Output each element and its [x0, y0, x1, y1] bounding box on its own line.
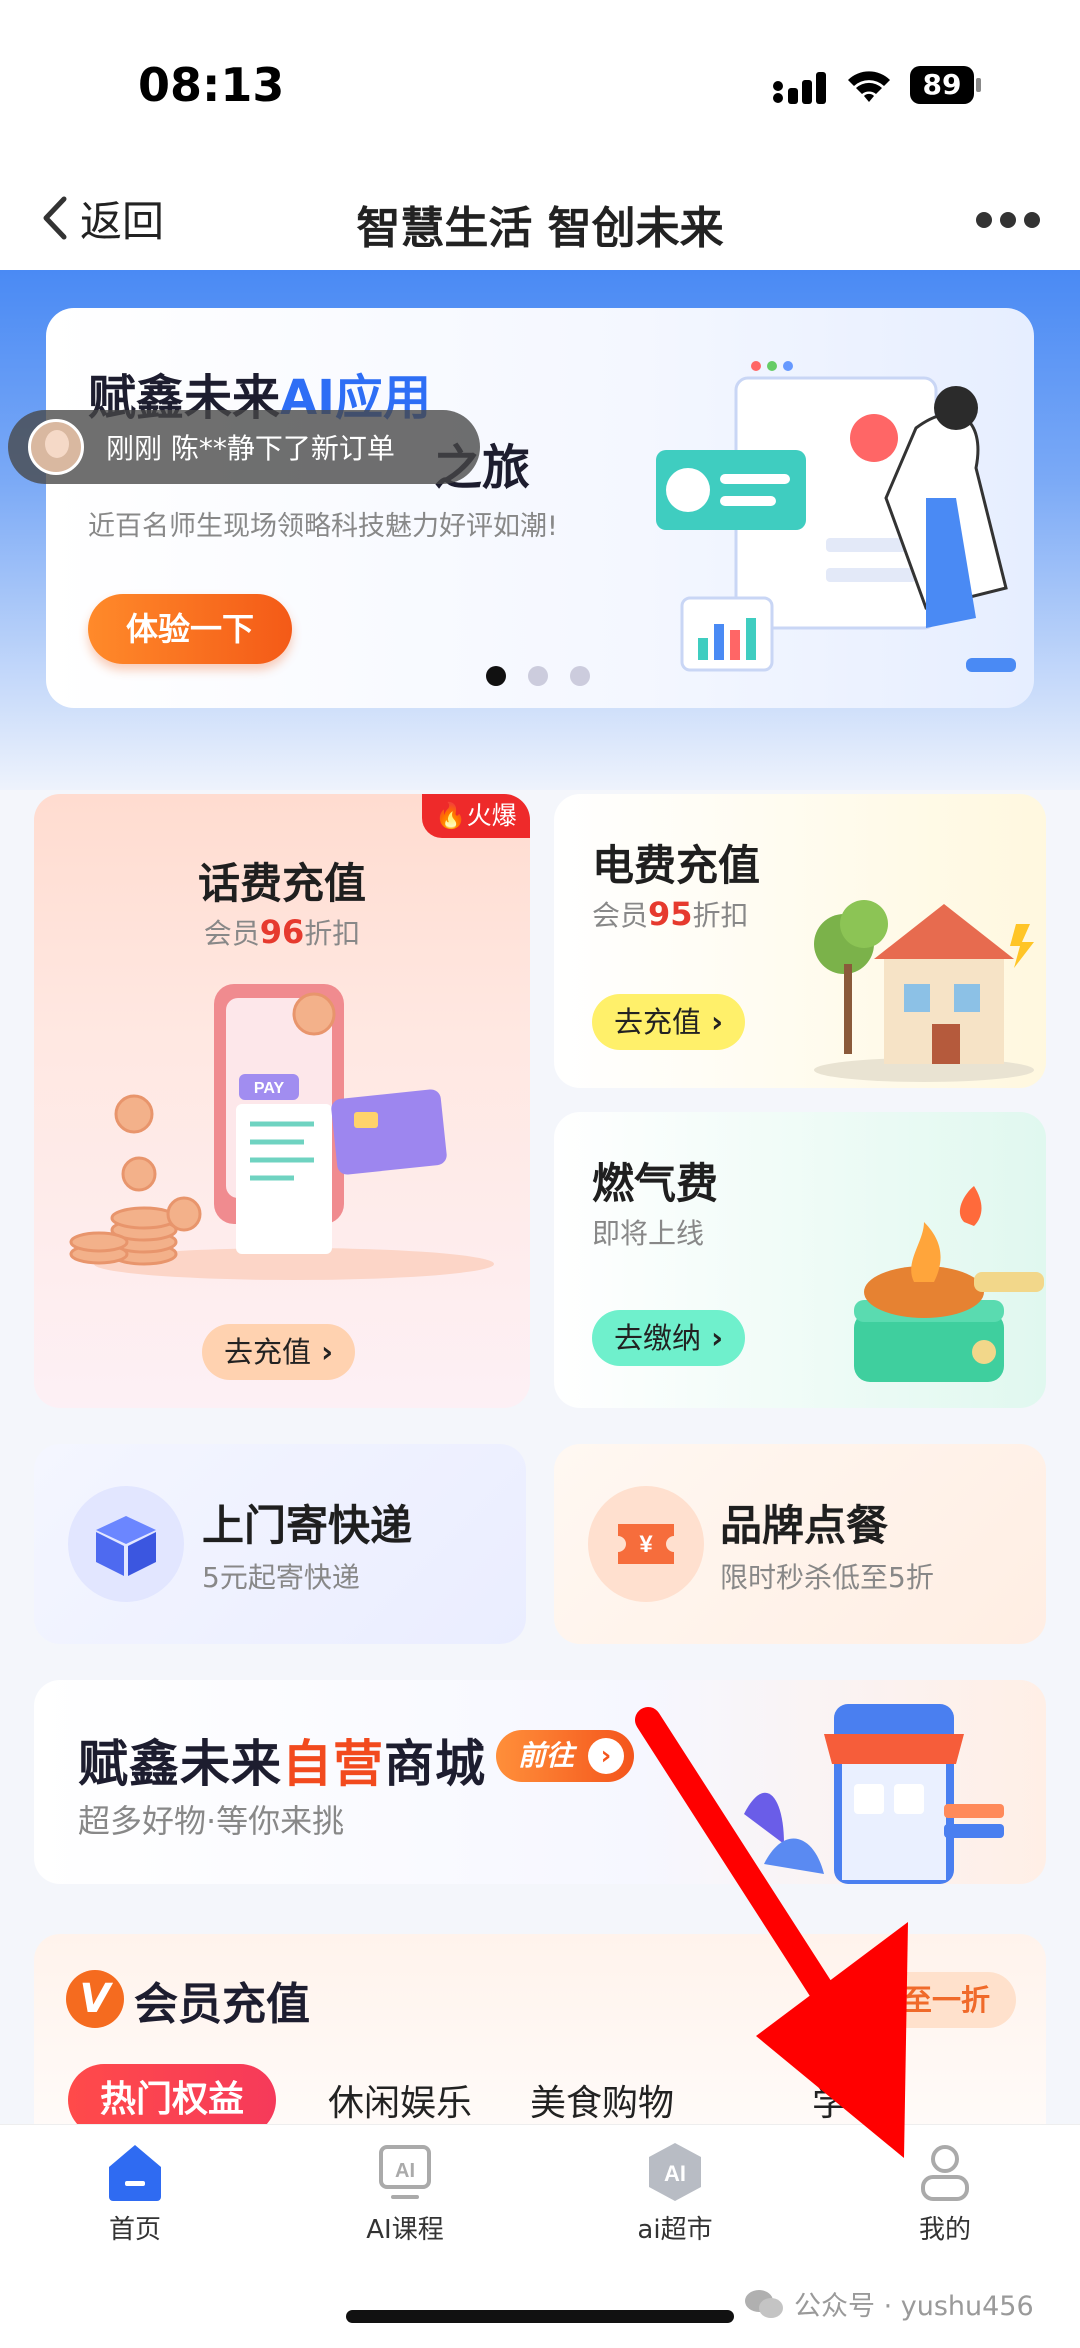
mall-title: 赋鑫未来自营商城 [78, 1735, 486, 1793]
page-title: 智慧生活 智创未来 [356, 203, 724, 254]
home-icon [109, 2145, 161, 2201]
go-to-mall-button[interactable]: 前往 › [496, 1730, 634, 1782]
house-illustration-icon [814, 900, 1034, 1082]
more-menu-icon[interactable] [976, 210, 1040, 230]
ai-illustration-icon [656, 361, 1016, 672]
nav-bar: 返回 智慧生活 智创未来 [0, 170, 1080, 270]
card-title: 话费充值 [197, 859, 366, 908]
card-subtitle: 会员96折扣 [203, 913, 361, 951]
promo-banner[interactable]: 赋鑫未来AI应用 之旅 近百名师生现场领略科技魅力好评如潮! 体验一下 [46, 308, 1034, 708]
tab-label: ai超市 [637, 2215, 713, 2245]
gas-fee-card[interactable]: 燃气费 即将上线 去缴纳 [554, 1112, 1046, 1408]
gas-pay-button[interactable]: 去缴纳 [592, 1310, 746, 1366]
order-notification-toast: 刚刚 陈**静下了新订单 [8, 410, 480, 484]
card-title: 上门寄快递 [202, 1501, 413, 1550]
svg-text:PAY: PAY [254, 1080, 285, 1097]
shop-storefront-illustration-icon [744, 1704, 1004, 1884]
battery-level: 89 [910, 66, 974, 104]
tab-ai-market[interactable]: AI ai超市 [540, 2125, 810, 2255]
electric-recharge-button[interactable]: 去充值 [592, 994, 746, 1050]
status-time: 08:13 [138, 58, 285, 112]
ai-market-icon: AI [649, 2143, 701, 2201]
hot-badge: 🔥火爆 [422, 794, 530, 838]
svg-text:AI: AI [664, 2161, 686, 2186]
card-subtitle: 限时秒杀低至5折 [720, 1561, 934, 1594]
svg-text:¥: ¥ [639, 1531, 653, 1558]
card-subtitle: 会员95折扣 [592, 895, 749, 933]
electric-recharge-card[interactable]: 电费充值 会员95折扣 去充值 [554, 794, 1046, 1088]
phone-recharge-card[interactable]: 🔥火爆 话费充值 会员96折扣 PAY 去充值 [34, 794, 530, 1408]
brand-food-card[interactable]: ¥ 品牌点餐 限时秒杀低至5折 [554, 1444, 1046, 1644]
tab-leisure[interactable]: 休闲娱乐 [328, 2074, 472, 2126]
section-title: 会员充值 [134, 1979, 310, 2030]
vip-logo-icon: V [66, 1970, 124, 2028]
tab-label: AI课程 [366, 2215, 444, 2245]
tab-study[interactable]: 学习 [812, 2074, 884, 2126]
card-subtitle: 即将上线 [592, 1217, 705, 1250]
card-subtitle: 5元起寄快递 [202, 1561, 360, 1594]
chevron-right-icon: › [588, 1738, 624, 1774]
try-it-button[interactable]: 体验一下 [88, 594, 292, 664]
tab-label: 首页 [108, 2215, 161, 2245]
gas-stove-illustration-icon [854, 1186, 1044, 1382]
wifi-icon [848, 71, 890, 102]
express-delivery-card[interactable]: 上门寄快递 5元起寄快递 [34, 1444, 526, 1644]
package-icon [68, 1486, 184, 1602]
tab-home[interactable]: 首页 [0, 2125, 270, 2255]
tab-food-shopping[interactable]: 美食购物 [530, 2074, 674, 2126]
mall-subtitle: 超多好物·等你来挑 [78, 1802, 345, 1840]
ai-course-icon: AI [379, 2145, 431, 2199]
toast-text: 刚刚 陈**静下了新订单 [106, 432, 395, 465]
avatar [28, 419, 84, 475]
battery-icon: 89 [910, 66, 982, 104]
status-bar: 08:13 89 [0, 0, 1080, 170]
card-title: 电费充值 [592, 841, 761, 890]
wechat-icon [745, 2289, 783, 2318]
self-operated-mall-banner[interactable]: 赋鑫未来自营商城 前往 › 超多好物·等你来挑 [34, 1680, 1046, 1884]
tab-label: 我的 [918, 2215, 971, 2245]
watermark-text: 公众号 · yushu456 [794, 2291, 1034, 2322]
watermark: 公众号 · yushu456 [744, 2284, 1034, 2323]
profile-icon [921, 2145, 969, 2201]
coupon-icon: ¥ [588, 1486, 704, 1602]
card-title: 燃气费 [592, 1159, 719, 1208]
phone-recharge-button[interactable]: 去充值 [202, 1324, 356, 1380]
phone-pay-illustration-icon: PAY [69, 984, 494, 1280]
discount-tag: 低至一折 [847, 1972, 1016, 2028]
home-indicator [346, 2310, 734, 2323]
svg-text:AI: AI [395, 2160, 415, 2182]
banner-subtitle: 近百名师生现场领略科技魅力好评如潮! [88, 511, 558, 542]
cellular-signal-icon [773, 72, 826, 104]
tab-ai-course[interactable]: AI AI课程 [270, 2125, 540, 2255]
carousel-indicator[interactable] [486, 666, 590, 686]
card-title: 品牌点餐 [720, 1501, 889, 1550]
tab-profile[interactable]: 我的 [810, 2125, 1080, 2255]
